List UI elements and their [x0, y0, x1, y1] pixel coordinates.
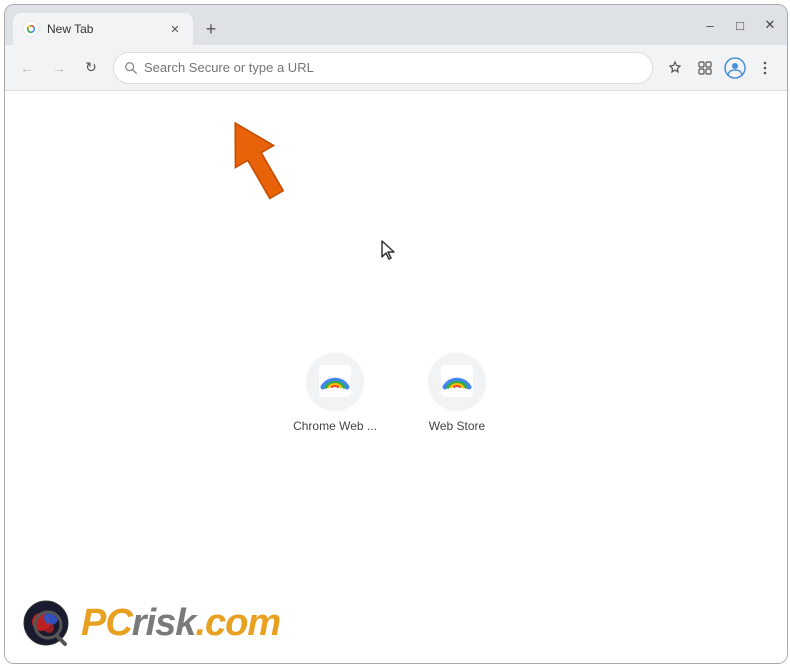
browser-window: New Tab ✕ + – □ ✕ ← → ↻ [4, 4, 788, 664]
pcrisk-suffix: risk [132, 602, 196, 644]
toolbar-right-icons [661, 54, 779, 82]
active-tab[interactable]: New Tab ✕ [13, 13, 193, 45]
address-bar[interactable] [113, 52, 653, 84]
shortcut-chrome-web[interactable]: Chrome Web ... [290, 353, 380, 433]
shortcut-web-store[interactable]: Web Store [412, 353, 502, 433]
toolbar: ← → ↻ [5, 45, 787, 91]
pcrisk-text: PCrisk.com [81, 602, 280, 645]
profile-button[interactable] [721, 54, 749, 82]
puzzle-icon [697, 60, 713, 76]
dots-vertical-icon [757, 60, 773, 76]
arrow-annotation [205, 111, 305, 211]
tab-favicon [23, 21, 39, 37]
url-input[interactable] [144, 60, 642, 75]
window-controls: – □ ✕ [703, 18, 777, 32]
maximize-button[interactable]: □ [733, 18, 747, 32]
back-button[interactable]: ← [13, 54, 41, 82]
pcrisk-watermark: PCrisk.com [5, 583, 787, 663]
chrome-webstore-icon-2 [441, 365, 473, 397]
tab-close-button[interactable]: ✕ [167, 21, 183, 37]
shortcuts-area: Chrome Web ... [290, 353, 502, 433]
tab-bar: New Tab ✕ + – □ ✕ [5, 5, 787, 45]
refresh-button[interactable]: ↻ [77, 54, 105, 82]
new-tab-button[interactable]: + [197, 15, 225, 43]
extensions-button[interactable] [691, 54, 719, 82]
shortcut-icon-chrome-web[interactable] [307, 353, 363, 409]
chrome-webstore-icon-1 [319, 365, 351, 397]
minimize-button[interactable]: – [703, 18, 717, 32]
page-content: Chrome Web ... [5, 91, 787, 663]
pcrisk-dot-com: .com [195, 602, 280, 644]
menu-button[interactable] [751, 54, 779, 82]
forward-button[interactable]: → [45, 54, 73, 82]
pcrisk-pc: PC [81, 602, 132, 644]
pcrisk-logo-icon [23, 600, 69, 646]
mouse-cursor [380, 239, 398, 266]
shortcut-icon-web-store[interactable] [429, 353, 485, 409]
star-icon [667, 60, 683, 76]
shortcut-label-chrome-web: Chrome Web ... [293, 419, 377, 433]
pcrisk-brand-text: PCrisk.com [81, 602, 280, 645]
shortcut-label-web-store: Web Store [429, 419, 485, 433]
bookmark-star-button[interactable] [661, 54, 689, 82]
search-icon [124, 61, 138, 75]
tab-title: New Tab [47, 22, 159, 36]
profile-icon [724, 57, 746, 79]
close-button[interactable]: ✕ [763, 18, 777, 32]
